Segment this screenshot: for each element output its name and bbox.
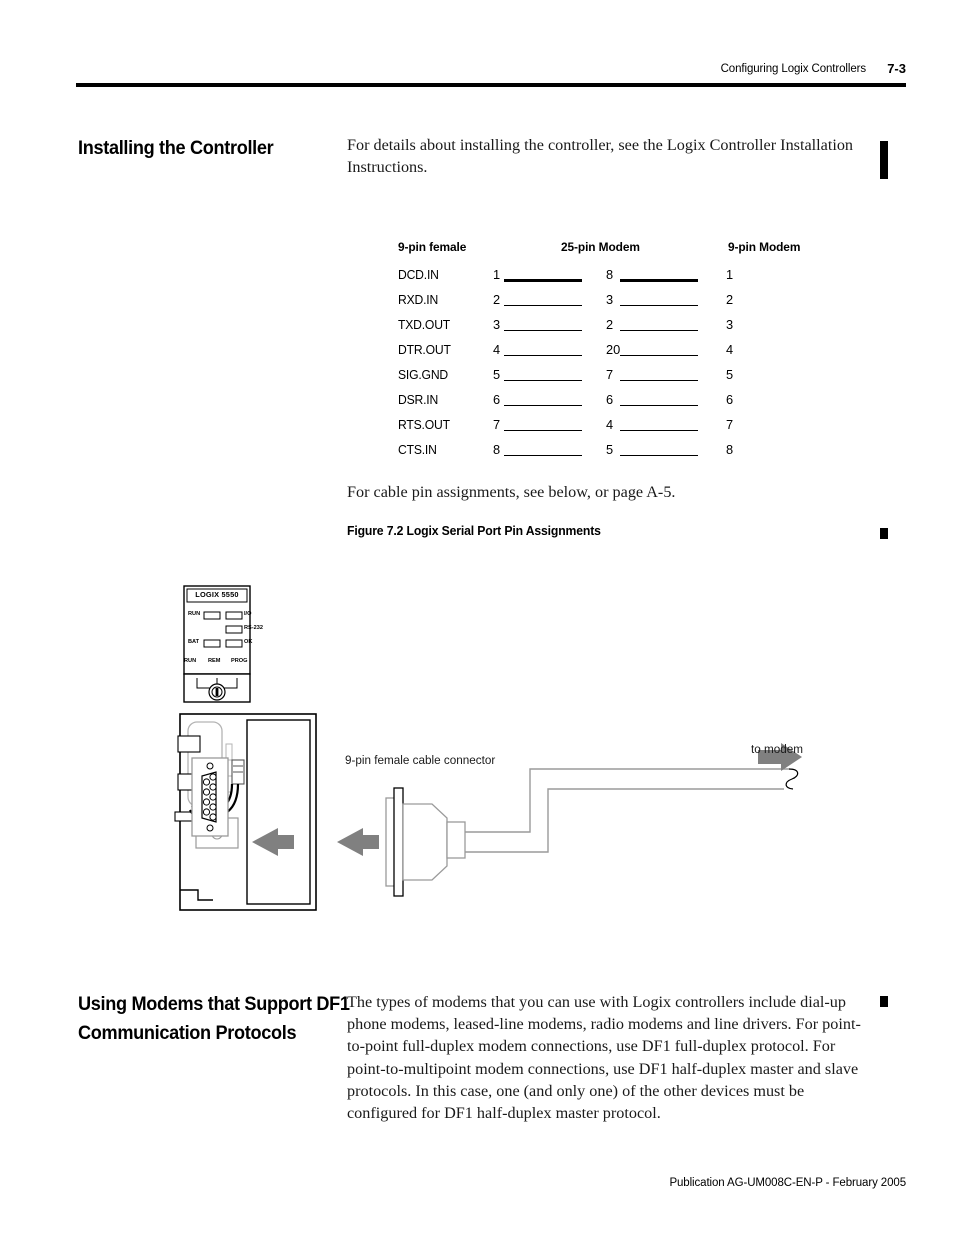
pin-25m: 7 <box>606 367 614 382</box>
controller-cable-diagram <box>174 585 802 911</box>
pin-9f: 2 <box>493 292 501 307</box>
pin-25m: 3 <box>606 292 614 307</box>
pin-9m: 7 <box>726 417 734 432</box>
table-header-row: 9-pin female 25-pin Modem 9-pin Modem <box>398 240 828 264</box>
connection-line <box>620 380 698 381</box>
pin-25m: 6 <box>606 392 614 407</box>
table-row: DCD.IN 1 8 1 <box>398 264 828 289</box>
connection-line <box>504 430 582 431</box>
signal-name: DSR.IN <box>398 392 439 407</box>
pin-9f: 1 <box>493 267 501 282</box>
connection-line <box>620 455 698 456</box>
pin-25m: 5 <box>606 442 614 457</box>
pin-9m: 3 <box>726 317 734 332</box>
connection-line <box>504 455 582 456</box>
cable-path <box>465 768 799 853</box>
logix-controller-module <box>174 585 317 911</box>
connection-line <box>620 355 698 356</box>
table-row: TXD.OUT 3 2 3 <box>398 314 828 339</box>
connection-line <box>504 305 582 306</box>
pin-assignment-table: 9-pin female 25-pin Modem 9-pin Modem DC… <box>398 240 828 464</box>
signal-name: DTR.OUT <box>398 342 451 357</box>
pin-9m: 1 <box>726 267 734 282</box>
table-row: DTR.OUT 4 20 4 <box>398 339 828 364</box>
header-rule <box>76 83 906 87</box>
pin-25m: 4 <box>606 417 614 432</box>
pin-25m: 8 <box>606 267 614 282</box>
connector-callout-label: 9-pin female cable connector <box>345 753 496 767</box>
connection-line <box>620 279 698 282</box>
insertion-arrow-right <box>337 828 379 856</box>
pin-25m: 2 <box>606 317 614 332</box>
table-row: DSR.IN 6 6 6 <box>398 389 828 414</box>
change-bar <box>880 528 888 539</box>
connection-line <box>620 330 698 331</box>
signal-name: RXD.IN <box>398 292 439 307</box>
keyswitch-label-run: RUN <box>184 658 197 664</box>
pin-25m: 20 <box>606 342 621 357</box>
connection-line <box>620 430 698 431</box>
connection-line <box>504 380 582 381</box>
connection-line <box>504 405 582 406</box>
keyswitch-label-rem: REM <box>208 658 221 664</box>
pin-9f: 6 <box>493 392 501 407</box>
signal-name: CTS.IN <box>398 442 437 457</box>
cable-assignment-note: For cable pin assignments, see below, or… <box>347 483 676 501</box>
pin-9m: 2 <box>726 292 734 307</box>
led-label-run: RUN <box>188 611 201 617</box>
column-header-25pin-modem: 25-pin Modem <box>561 240 640 254</box>
table-row: RXD.IN 2 3 2 <box>398 289 828 314</box>
pin-9f: 7 <box>493 417 501 432</box>
pin-9m: 8 <box>726 442 734 457</box>
signal-name: DCD.IN <box>398 267 439 282</box>
keyswitch-label-prog: PROG <box>231 658 248 664</box>
led-label-io: I/O <box>244 611 252 617</box>
section-heading-installing: Installing the Controller <box>78 137 274 159</box>
page-number: 7-3 <box>887 61 906 76</box>
pin-9f: 4 <box>493 342 501 357</box>
connection-line <box>504 279 582 282</box>
led-label-bat: BAT <box>188 639 200 645</box>
pin-9f: 8 <box>493 442 501 457</box>
module-nameplate: LOGIX 5550 <box>187 590 247 599</box>
pin-9m: 4 <box>726 342 734 357</box>
section-body-installing: For details about installing the control… <box>347 136 854 177</box>
led-label-rs232: RS-232 <box>244 625 263 631</box>
figure-illustration: LOGIX 5550 RUN I/O RS-232 BAT OK RUN REM… <box>0 560 954 940</box>
connection-line <box>620 405 698 406</box>
table-row: CTS.IN 8 5 8 <box>398 439 828 464</box>
connection-line <box>504 330 582 331</box>
signal-name: SIG.GND <box>398 367 449 382</box>
to-modem-label: to modem <box>751 742 804 756</box>
pin-9f: 5 <box>493 367 501 382</box>
column-header-9pin-female: 9-pin female <box>398 240 467 254</box>
figure-caption: Figure 7.2 Logix Serial Port Pin Assignm… <box>347 524 601 538</box>
pin-9f: 3 <box>493 317 501 332</box>
connection-line <box>620 305 698 306</box>
pin-9m: 6 <box>726 392 734 407</box>
section-heading-modems: Using Modems that Support DF1 Communicat… <box>78 993 350 1044</box>
cable-connector-hood <box>385 787 466 897</box>
section-body-modems: The types of modems that you can use wit… <box>347 993 861 1123</box>
db9-serial-port <box>191 757 229 837</box>
signal-name: RTS.OUT <box>398 417 450 432</box>
pin-9m: 5 <box>726 367 734 382</box>
publication-footer: Publication AG-UM008C-EN-P - February 20… <box>669 1177 906 1189</box>
column-header-9pin-modem: 9-pin Modem <box>728 240 801 254</box>
module-name-text: LOGIX 5550 <box>195 590 239 599</box>
table-row: RTS.OUT 7 4 7 <box>398 414 828 439</box>
running-header-title: Configuring Logix Controllers <box>720 63 867 75</box>
connection-line <box>504 355 582 356</box>
change-bar <box>880 141 888 179</box>
change-bar <box>880 996 888 1007</box>
document-page: Configuring Logix Controllers 7-3 Instal… <box>0 0 954 1235</box>
led-label-ok: OK <box>244 639 253 645</box>
table-row: SIG.GND 5 7 5 <box>398 364 828 389</box>
signal-name: TXD.OUT <box>398 317 451 332</box>
